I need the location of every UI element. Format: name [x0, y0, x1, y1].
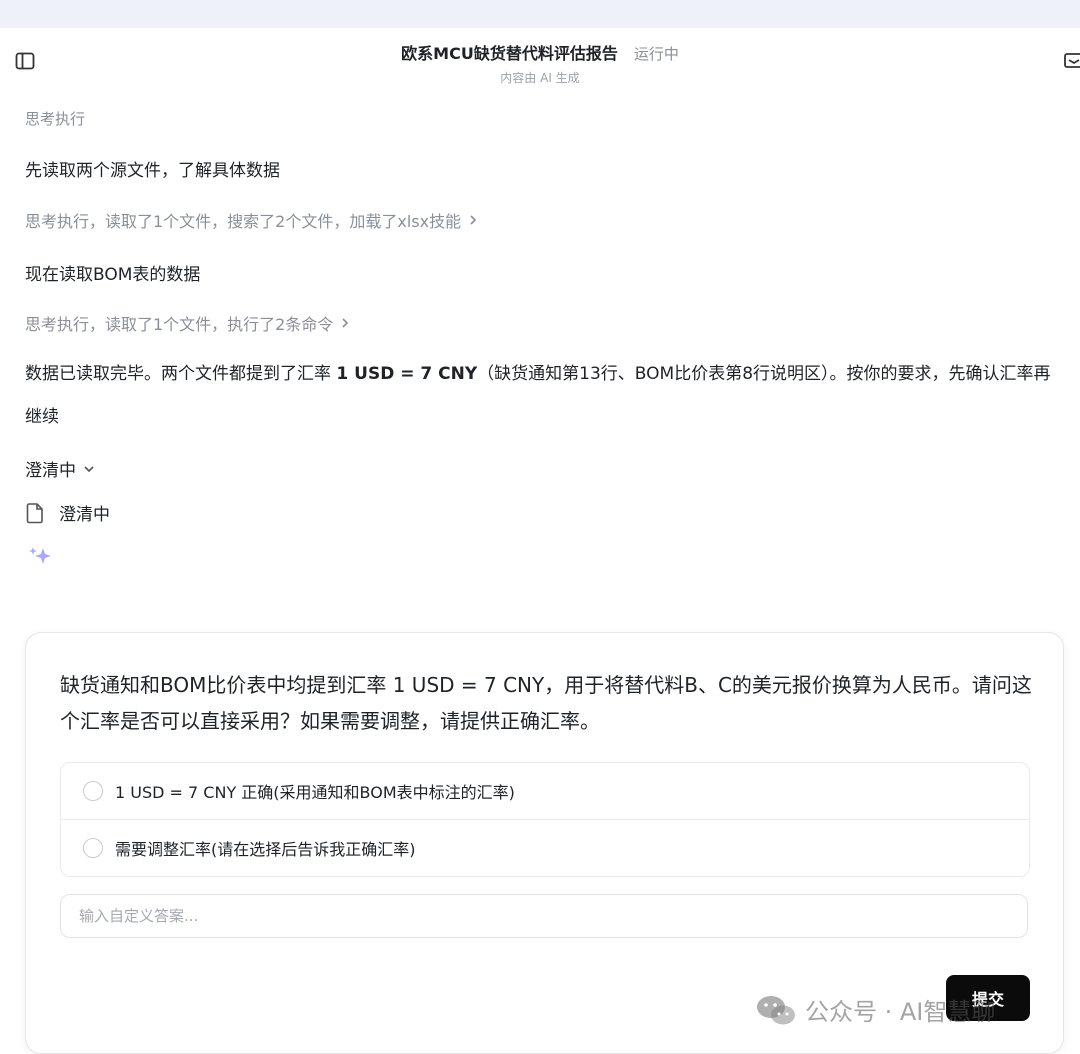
share-button[interactable]: [1062, 50, 1080, 72]
file-icon: [26, 502, 43, 523]
status-label: 运行中: [633, 45, 679, 63]
sparkle-icon: [28, 545, 54, 571]
answer-options: 1 USD = 7 CNY 正确(采用通知和BOM表中标注的汇率) 需要调整汇率…: [60, 762, 1030, 877]
chevron-down-icon: [84, 465, 94, 472]
title-area: 欧系MCU缺货替代料评估报告 运行中 内容由 AI 生成: [0, 40, 1080, 86]
page-title: 欧系MCU缺货替代料评估报告: [401, 44, 618, 63]
option-label: 需要调整汇率(请在选择后告诉我正确汇率): [115, 840, 416, 859]
submit-button[interactable]: 提交: [946, 975, 1030, 1021]
option-label: 1 USD = 7 CNY 正确(采用通知和BOM表中标注的汇率): [115, 783, 515, 802]
step-summary-2-label: 思考执行，读取了1个文件，执行了2条命令: [25, 315, 334, 334]
ai-generated-note: 内容由 AI 生成: [500, 71, 580, 85]
custom-answer-input[interactable]: [60, 894, 1028, 938]
radio-button[interactable]: [83, 781, 103, 801]
clarification-question: 缺货通知和BOM比价表中均提到汇率 1 USD = 7 CNY，用于将替代料B、…: [60, 673, 1032, 733]
top-strip: [0, 0, 1080, 28]
option-confirm-rate[interactable]: 1 USD = 7 CNY 正确(采用通知和BOM表中标注的汇率): [61, 763, 1029, 819]
clipped-step: 思考执行: [25, 110, 86, 126]
exchange-rate-highlight: 1 USD = 7 CNY: [336, 364, 478, 384]
clarify-file-item: 澄清中: [25, 500, 110, 525]
share-icon: [1064, 53, 1080, 68]
clarify-file-label: 澄清中: [59, 505, 110, 525]
step-summary-2[interactable]: 思考执行，读取了1个文件，执行了2条命令: [25, 311, 351, 335]
option-adjust-rate[interactable]: 需要调整汇率(请在选择后告诉我正确汇率): [61, 819, 1029, 876]
step-summary-1-label: 思考执行，读取了1个文件，搜索了2个文件，加载了xlsx技能: [25, 212, 462, 231]
chevron-right-icon: [342, 318, 349, 328]
clarify-label: 澄清中: [25, 461, 76, 481]
clarification-card: 缺货通知和BOM比价表中均提到汇率 1 USD = 7 CNY，用于将替代料B、…: [25, 632, 1064, 1054]
clarify-toggle[interactable]: 澄清中: [25, 456, 96, 481]
message-paragraph: 数据已读取完毕。两个文件都提到了汇率 1 USD = 7 CNY（缺货通知第13…: [25, 364, 1051, 427]
header: 欧系MCU缺货替代料评估报告 运行中 内容由 AI 生成: [0, 28, 1080, 100]
message-line-1: 先读取两个源文件，了解具体数据: [25, 161, 280, 181]
radio-button[interactable]: [83, 838, 103, 858]
message-line-2: 现在读取BOM表的数据: [25, 265, 201, 285]
chevron-right-icon: [470, 215, 477, 225]
step-summary-1[interactable]: 思考执行，读取了1个文件，搜索了2个文件，加载了xlsx技能: [25, 208, 479, 232]
